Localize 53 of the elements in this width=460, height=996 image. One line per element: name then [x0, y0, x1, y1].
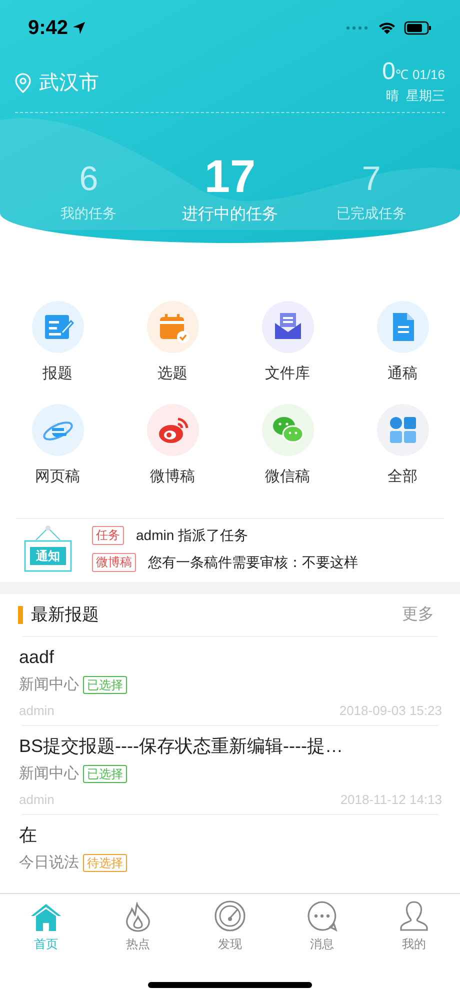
status-tag: 已选择 — [83, 765, 127, 784]
battery-icon — [404, 21, 432, 35]
person-icon — [399, 900, 429, 932]
post-category: 新闻中心 — [19, 764, 79, 784]
status-tag: 待选择 — [83, 854, 127, 872]
city-name: 武汉市 — [39, 71, 99, 96]
tab-item[interactable]: 消息 — [276, 900, 368, 953]
stat-value: 6 — [79, 158, 98, 198]
shortcut-item[interactable]: 文件库 — [230, 301, 345, 386]
status-time: 9:42 — [28, 16, 68, 41]
post-title: BS提交报题----保存状态重新编辑----提… — [19, 735, 344, 758]
shortcut-item[interactable]: 微博稿 — [115, 404, 230, 488]
accent-bar — [18, 606, 23, 624]
date: 01/16 — [412, 66, 445, 84]
document-icon — [376, 301, 428, 353]
home-icon — [29, 902, 63, 932]
shortcut-item[interactable]: 微信稿 — [230, 404, 345, 488]
location-pin-icon — [15, 73, 31, 93]
chat-icon — [306, 900, 338, 932]
stat-label: 已完成任务 — [336, 204, 406, 222]
temperature: 0 — [382, 58, 396, 86]
calendar-icon — [146, 301, 198, 353]
shortcut-item[interactable]: 全部 — [345, 404, 460, 488]
stat-value: 7 — [362, 158, 381, 198]
stat-label: 我的任务 — [60, 204, 117, 222]
post-title: 在 — [19, 824, 38, 847]
notice-tag: 任务 — [92, 526, 124, 544]
section-title: 最新报题 — [31, 604, 99, 626]
envelope-icon — [262, 301, 314, 353]
tab-item[interactable]: 发现 — [184, 900, 276, 953]
stat-value: 17 — [204, 150, 256, 200]
gauge-icon — [214, 900, 246, 932]
notice-text[interactable]: 您有一条稿件需要审核：不要这样 — [148, 552, 358, 572]
shortcut-item[interactable]: 选题 — [115, 301, 230, 386]
tab-item[interactable]: 我的 — [368, 900, 460, 953]
flame-icon — [123, 902, 153, 932]
signal-icon — [346, 26, 370, 30]
temperature-unit: ℃ — [395, 66, 408, 84]
shortcut-item[interactable]: 通稿 — [345, 301, 460, 386]
weather: 晴 星期三 — [386, 87, 445, 105]
shortcut-item[interactable]: 报题 — [0, 301, 115, 386]
post-category: 今日说法 — [19, 853, 79, 873]
wifi-icon — [378, 21, 396, 35]
post-category: 新闻中心 — [19, 675, 79, 695]
notice-text[interactable]: admin 指派了任务 — [136, 524, 248, 546]
edit-icon — [32, 301, 84, 353]
tab-item[interactable]: 热点 — [92, 900, 184, 953]
location-arrow-icon — [72, 21, 86, 35]
status-tag: 已选择 — [83, 676, 127, 694]
stat-label: 进行中的任务 — [182, 204, 278, 224]
post-title: aadf — [19, 646, 56, 669]
notice-tag: 微博稿 — [92, 552, 136, 572]
shortcut-item[interactable]: 网页稿 — [0, 404, 115, 488]
